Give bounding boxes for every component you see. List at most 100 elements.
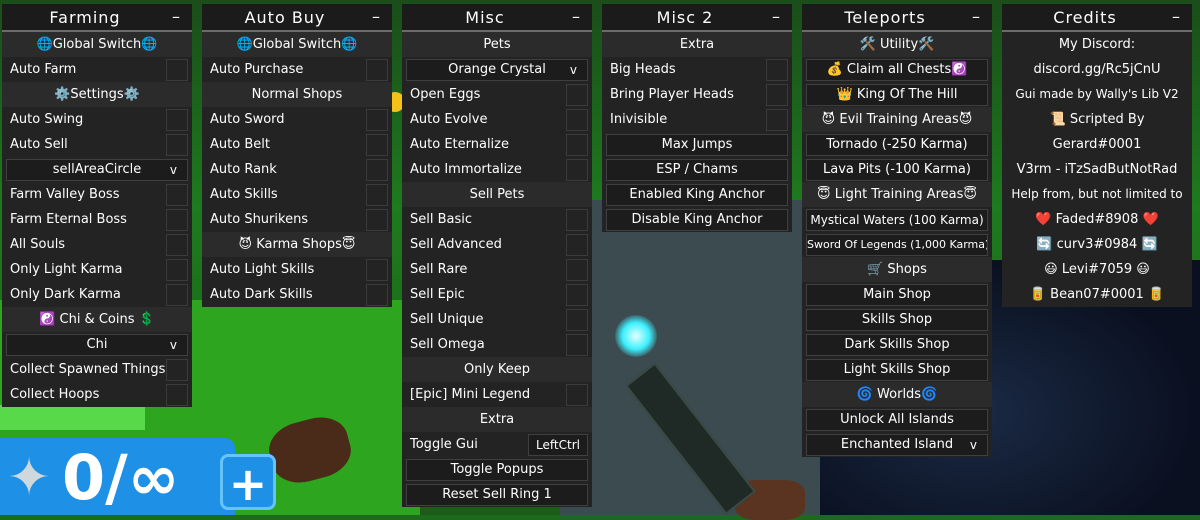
checkbox[interactable] xyxy=(566,84,588,106)
mystical-waters-button[interactable]: Mystical Waters (100 Karma) xyxy=(802,207,992,232)
checkbox[interactable] xyxy=(166,359,188,381)
checkbox[interactable] xyxy=(366,109,388,131)
minimize-button[interactable]: – xyxy=(1172,4,1180,30)
checkbox[interactable] xyxy=(366,259,388,281)
checkbox[interactable] xyxy=(566,159,588,181)
toggle-open-eggs[interactable]: Open Eggs xyxy=(402,82,592,107)
reset-sell-ring-button[interactable]: Reset Sell Ring 1 xyxy=(402,482,592,507)
pet-dropdown[interactable]: Orange Crystal v xyxy=(402,57,592,82)
checkbox[interactable] xyxy=(766,84,788,106)
toggle-collect-spawned[interactable]: Collect Spawned Things xyxy=(2,357,192,382)
toggle-sell-rare[interactable]: Sell Rare xyxy=(402,257,592,282)
max-jumps-button[interactable]: Max Jumps xyxy=(602,132,792,157)
checkbox[interactable] xyxy=(166,184,188,206)
enable-king-anchor-button[interactable]: Enabled King Anchor xyxy=(602,182,792,207)
toggle-auto-light-skills[interactable]: Auto Light Skills xyxy=(202,257,392,282)
toggle-epic-mini-legend[interactable]: [Epic] Mini Legend xyxy=(402,382,592,407)
checkbox[interactable] xyxy=(166,384,188,406)
toggle-all-souls[interactable]: All Souls xyxy=(2,232,192,257)
checkbox[interactable] xyxy=(166,259,188,281)
toggle-auto-dark-skills[interactable]: Auto Dark Skills xyxy=(202,282,392,307)
misc-header[interactable]: Misc – xyxy=(402,4,592,32)
checkbox[interactable] xyxy=(566,259,588,281)
checkbox[interactable] xyxy=(566,209,588,231)
checkbox[interactable] xyxy=(566,134,588,156)
toggle-auto-skills[interactable]: Auto Skills xyxy=(202,182,392,207)
misc2-header[interactable]: Misc 2 – xyxy=(602,4,792,32)
checkbox[interactable] xyxy=(566,309,588,331)
checkbox[interactable] xyxy=(766,109,788,131)
checkbox[interactable] xyxy=(366,209,388,231)
checkbox[interactable] xyxy=(566,234,588,256)
checkbox[interactable] xyxy=(566,284,588,306)
claim-chests-button[interactable]: 💰 Claim all Chests☯️ xyxy=(802,57,992,82)
toggle-big-heads[interactable]: Big Heads xyxy=(602,57,792,82)
toggle-auto-swing[interactable]: Auto Swing xyxy=(2,107,192,132)
checkbox[interactable] xyxy=(366,134,388,156)
toggle-auto-belt[interactable]: Auto Belt xyxy=(202,132,392,157)
toggle-sell-basic[interactable]: Sell Basic xyxy=(402,207,592,232)
toggle-auto-shurikens[interactable]: Auto Shurikens xyxy=(202,207,392,232)
toggle-sell-advanced[interactable]: Sell Advanced xyxy=(402,232,592,257)
checkbox[interactable] xyxy=(166,134,188,156)
toggle-gui-keybind[interactable]: LeftCtrl xyxy=(528,434,588,456)
toggle-popups-button[interactable]: Toggle Popups xyxy=(402,457,592,482)
toggle-auto-purchase[interactable]: Auto Purchase xyxy=(202,57,392,82)
checkbox[interactable] xyxy=(366,184,388,206)
toggle-sell-epic[interactable]: Sell Epic xyxy=(402,282,592,307)
king-of-hill-button[interactable]: 👑 King Of The Hill xyxy=(802,82,992,107)
checkbox[interactable] xyxy=(566,384,588,406)
checkbox[interactable] xyxy=(166,234,188,256)
toggle-auto-sword[interactable]: Auto Sword xyxy=(202,107,392,132)
teleports-header[interactable]: Teleports – xyxy=(802,4,992,32)
checkbox[interactable] xyxy=(366,59,388,81)
minimize-button[interactable]: – xyxy=(572,4,580,30)
checkbox[interactable] xyxy=(566,109,588,131)
esp-chams-button[interactable]: ESP / Chams xyxy=(602,157,792,182)
sell-area-dropdown[interactable]: sellAreaCircle v xyxy=(2,157,192,182)
toggle-bring-player-heads[interactable]: Bring Player Heads xyxy=(602,82,792,107)
island-dropdown[interactable]: Enchanted Island v xyxy=(802,432,992,457)
toggle-auto-eternalize[interactable]: Auto Eternalize xyxy=(402,132,592,157)
checkbox[interactable] xyxy=(766,59,788,81)
main-shop-button[interactable]: Main Shop xyxy=(802,282,992,307)
minimize-button[interactable]: – xyxy=(372,4,380,30)
skills-shop-button[interactable]: Skills Shop xyxy=(802,307,992,332)
toggle-only-light-karma[interactable]: Only Light Karma xyxy=(2,257,192,282)
toggle-invisible[interactable]: Inivisible xyxy=(602,107,792,132)
toggle-auto-farm[interactable]: Auto Farm xyxy=(2,57,192,82)
farming-header[interactable]: Farming – xyxy=(2,4,192,32)
checkbox[interactable] xyxy=(166,59,188,81)
toggle-farm-eternal-boss[interactable]: Farm Eternal Boss xyxy=(2,207,192,232)
toggle-auto-evolve[interactable]: Auto Evolve xyxy=(402,107,592,132)
checkbox[interactable] xyxy=(366,159,388,181)
lava-pits-button[interactable]: Lava Pits (-100 Karma) xyxy=(802,157,992,182)
toggle-sell-unique[interactable]: Sell Unique xyxy=(402,307,592,332)
minimize-button[interactable]: – xyxy=(172,4,180,30)
checkbox[interactable] xyxy=(566,334,588,356)
toggle-auto-rank[interactable]: Auto Rank xyxy=(202,157,392,182)
checkbox[interactable] xyxy=(166,284,188,306)
chi-dropdown[interactable]: Chi v xyxy=(2,332,192,357)
tornado-button[interactable]: Tornado (-250 Karma) xyxy=(802,132,992,157)
minimize-button[interactable]: – xyxy=(972,4,980,30)
toggle-auto-immortalize[interactable]: Auto Immortalize xyxy=(402,157,592,182)
add-shurikens-button[interactable]: + xyxy=(220,454,276,511)
disable-king-anchor-button[interactable]: Disable King Anchor xyxy=(602,207,792,232)
dark-skills-shop-button[interactable]: Dark Skills Shop xyxy=(802,332,992,357)
checkbox[interactable] xyxy=(166,209,188,231)
toggle-farm-valley-boss[interactable]: Farm Valley Boss xyxy=(2,182,192,207)
credit-name: Faded#8908 xyxy=(1055,212,1139,227)
toggle-auto-sell[interactable]: Auto Sell xyxy=(2,132,192,157)
toggle-only-dark-karma[interactable]: Only Dark Karma xyxy=(2,282,192,307)
checkbox[interactable] xyxy=(366,284,388,306)
credits-header[interactable]: Credits – xyxy=(1002,4,1192,32)
minimize-button[interactable]: – xyxy=(772,4,780,30)
light-skills-shop-button[interactable]: Light Skills Shop xyxy=(802,357,992,382)
checkbox[interactable] xyxy=(166,109,188,131)
toggle-collect-hoops[interactable]: Collect Hoops xyxy=(2,382,192,407)
auto-buy-header[interactable]: Auto Buy – xyxy=(202,4,392,32)
sword-of-legends-button[interactable]: Sword Of Legends (1,000 Karma) xyxy=(802,232,992,257)
unlock-islands-button[interactable]: Unlock All Islands xyxy=(802,407,992,432)
toggle-sell-omega[interactable]: Sell Omega xyxy=(402,332,592,357)
